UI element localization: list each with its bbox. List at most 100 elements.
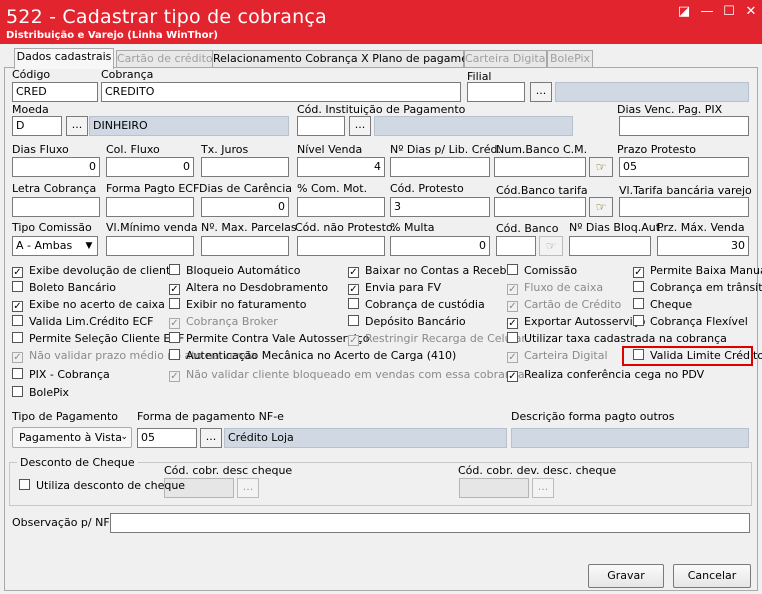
checkmark-icon[interactable]: ✓ [507, 284, 518, 295]
pointing-hand-icon[interactable]: ☞ [589, 157, 613, 177]
tab-carteira-digital[interactable]: Carteira Digital [464, 50, 549, 68]
cod-protesto-field[interactable]: 3 [390, 197, 490, 217]
vl-tarifa-field[interactable] [619, 197, 749, 217]
cod-banco-tarifa-field[interactable] [494, 197, 586, 217]
checkbox-box[interactable] [507, 264, 518, 275]
pointing-hand-icon[interactable]: ☞ [539, 236, 563, 256]
checkbox-cobranca-de-custodia[interactable]: Cobrança de custódia [348, 298, 485, 313]
nivel-venda-field[interactable]: 4 [297, 157, 385, 177]
checkbox-box[interactable] [169, 332, 180, 343]
checkbox-exibe-devolucao-de-cliente[interactable]: ✓ Exibe devolução de cliente [12, 264, 177, 279]
max-parcelas-field[interactable] [201, 236, 289, 256]
checkbox-permite-contra-vale-autosservico[interactable]: Permite Contra Vale Autosserviço [169, 332, 370, 347]
checkbox-box[interactable] [348, 298, 359, 309]
checkbox-box[interactable] [633, 298, 644, 309]
cod-instituicao-field[interactable] [297, 116, 345, 136]
moeda-code-field[interactable]: D [12, 116, 62, 136]
close-button[interactable]: ✕ [742, 4, 760, 20]
checkbox-realiza-conferencia-cega-no-pdv[interactable]: ✓ Realiza conferência cega no PDV [507, 368, 704, 383]
cod-desc-cheque-search-button[interactable]: ... [237, 478, 259, 498]
checkbox-carteira-digital[interactable]: ✓ Carteira Digital [507, 349, 608, 364]
tab-relacionamento[interactable]: Relacionamento Cobrança X Plano de pagam… [212, 50, 486, 68]
tipo-pagamento-select[interactable]: Pagamento à Vista ⌄ [12, 427, 132, 448]
col-fluxo-field[interactable]: 0 [106, 157, 194, 177]
cod-dev-cheque-field[interactable] [459, 478, 529, 498]
dias-carencia-field[interactable]: 0 [201, 197, 289, 217]
tab-dados-cadastrais[interactable]: Dados cadastrais [14, 48, 114, 69]
checkmark-icon[interactable]: ✓ [348, 267, 359, 278]
num-dias-lib-field[interactable] [390, 157, 490, 177]
checkbox-restringir-recarga-de-celular[interactable]: ✓ Restringir Recarga de Celular [348, 332, 526, 347]
cobranca-field[interactable]: CREDITO [101, 82, 461, 102]
checkbox-box[interactable] [507, 332, 518, 343]
checkbox-fluxo-de-caixa[interactable]: ✓ Fluxo de caixa [507, 281, 603, 296]
cod-instituicao-search-button[interactable]: ... [349, 116, 371, 136]
checkbox-bloqueio-automatico[interactable]: Bloqueio Automático [169, 264, 300, 279]
checkbox-bolepix[interactable]: BolePix [12, 386, 69, 401]
prz-max-venda-field[interactable]: 30 [657, 236, 749, 256]
checkbox-cobranca-flexivel[interactable]: Cobrança Flexível [633, 315, 748, 330]
checkbox-box[interactable] [12, 368, 23, 379]
checkbox-nao-validar-cliente-bloqueado-em-vendas-com-essa-cobranca[interactable]: ✓ Não validar cliente bloqueado em vendas… [169, 368, 525, 383]
pointing-hand-icon[interactable]: ☞ [589, 197, 613, 217]
filial-search-button[interactable]: ... [530, 82, 552, 102]
dias-fluxo-field[interactable]: 0 [12, 157, 100, 177]
checkbox-deposito-bancario[interactable]: Depósito Bancário [348, 315, 466, 330]
checkmark-icon[interactable]: ✓ [507, 352, 518, 363]
checkmark-icon[interactable]: ✓ [507, 301, 518, 312]
cod-nao-protesto-field[interactable] [297, 236, 385, 256]
checkbox-valida-lim-credito-ecf[interactable]: Valida Lim.Crédito ECF [12, 315, 153, 330]
restore-layout-icon[interactable]: ◪ [675, 4, 693, 20]
checkmark-icon[interactable]: ✓ [12, 301, 23, 312]
checkmark-icon[interactable]: ✓ [633, 267, 644, 278]
checkbox-box[interactable] [12, 332, 23, 343]
cancelar-button[interactable]: Cancelar [673, 564, 751, 588]
checkbox-permite-selecao-cliente-ecf[interactable]: Permite Seleção Cliente ECF [12, 332, 184, 347]
prazo-protesto-field[interactable]: 05 [619, 157, 749, 177]
checkbox-exibir-no-faturamento[interactable]: Exibir no faturamento [169, 298, 306, 313]
observacao-field[interactable] [110, 513, 750, 533]
checkbox-baixar-no-contas-a-receber[interactable]: ✓ Baixar no Contas a Receber [348, 264, 518, 279]
multa-field[interactable]: 0 [390, 236, 490, 256]
checkbox-altera-no-desdobramento[interactable]: ✓ Altera no Desdobramento [169, 281, 328, 296]
com-mot-field[interactable] [297, 197, 385, 217]
checkbox-utiliza-desconto-de-cheque[interactable]: Utiliza desconto de cheque [19, 479, 185, 494]
tab-cartao-credito[interactable]: Cartão de crédito [116, 50, 213, 68]
checkmark-icon[interactable]: ✓ [507, 318, 518, 329]
checkmark-icon[interactable]: ✓ [12, 352, 23, 363]
checkbox-envia-para-fv[interactable]: ✓ Envia para FV [348, 281, 441, 296]
checkbox-pix-cobranca[interactable]: PIX - Cobrança [12, 368, 110, 383]
checkmark-icon[interactable]: ✓ [12, 267, 23, 278]
letra-cobranca-field[interactable] [12, 197, 100, 217]
checkbox-exibe-no-acerto-de-caixa[interactable]: ✓ Exibe no acerto de caixa [12, 298, 165, 313]
num-banco-cm-field[interactable] [494, 157, 586, 177]
cod-dev-cheque-search-button[interactable]: ... [532, 478, 554, 498]
checkbox-cobranca-em-transito[interactable]: Cobrança em trânsito [633, 281, 762, 296]
checkbox-box[interactable] [19, 479, 30, 490]
vl-minimo-field[interactable] [106, 236, 194, 256]
gravar-button[interactable]: Gravar [588, 564, 664, 588]
dias-venc-field[interactable] [619, 116, 749, 136]
checkmark-icon[interactable]: ✓ [169, 371, 180, 382]
checkbox-box[interactable] [169, 264, 180, 275]
checkmark-icon[interactable]: ✓ [348, 335, 359, 346]
checkbox-box[interactable] [169, 298, 180, 309]
checkbox-box[interactable] [348, 315, 359, 326]
tipo-comissao-select[interactable]: A - Ambas ▼ [12, 236, 98, 256]
checkbox-cheque[interactable]: Cheque [633, 298, 692, 313]
checkbox-utilizar-taxa-cadastrada-na-cobranca[interactable]: Utilizar taxa cadastrada na cobrança [507, 332, 727, 347]
checkbox-box[interactable] [169, 349, 180, 360]
forma-nfe-search-button[interactable]: ... [200, 428, 222, 448]
checkbox-box[interactable] [633, 281, 644, 292]
checkmark-icon[interactable]: ✓ [169, 318, 180, 329]
checkmark-icon[interactable]: ✓ [169, 284, 180, 295]
checkbox-comissao[interactable]: Comissão [507, 264, 577, 279]
cod-banco-field[interactable] [496, 236, 536, 256]
checkbox-box[interactable] [12, 315, 23, 326]
maximize-button[interactable]: ☐ [720, 4, 738, 20]
checkbox-permite-baixa-manual[interactable]: ✓ Permite Baixa Manual [633, 264, 762, 279]
checkbox-box[interactable] [12, 281, 23, 292]
forma-pagto-ecf-field[interactable] [106, 197, 194, 217]
codigo-field[interactable]: CRED [12, 82, 98, 102]
filial-field[interactable] [467, 82, 525, 102]
